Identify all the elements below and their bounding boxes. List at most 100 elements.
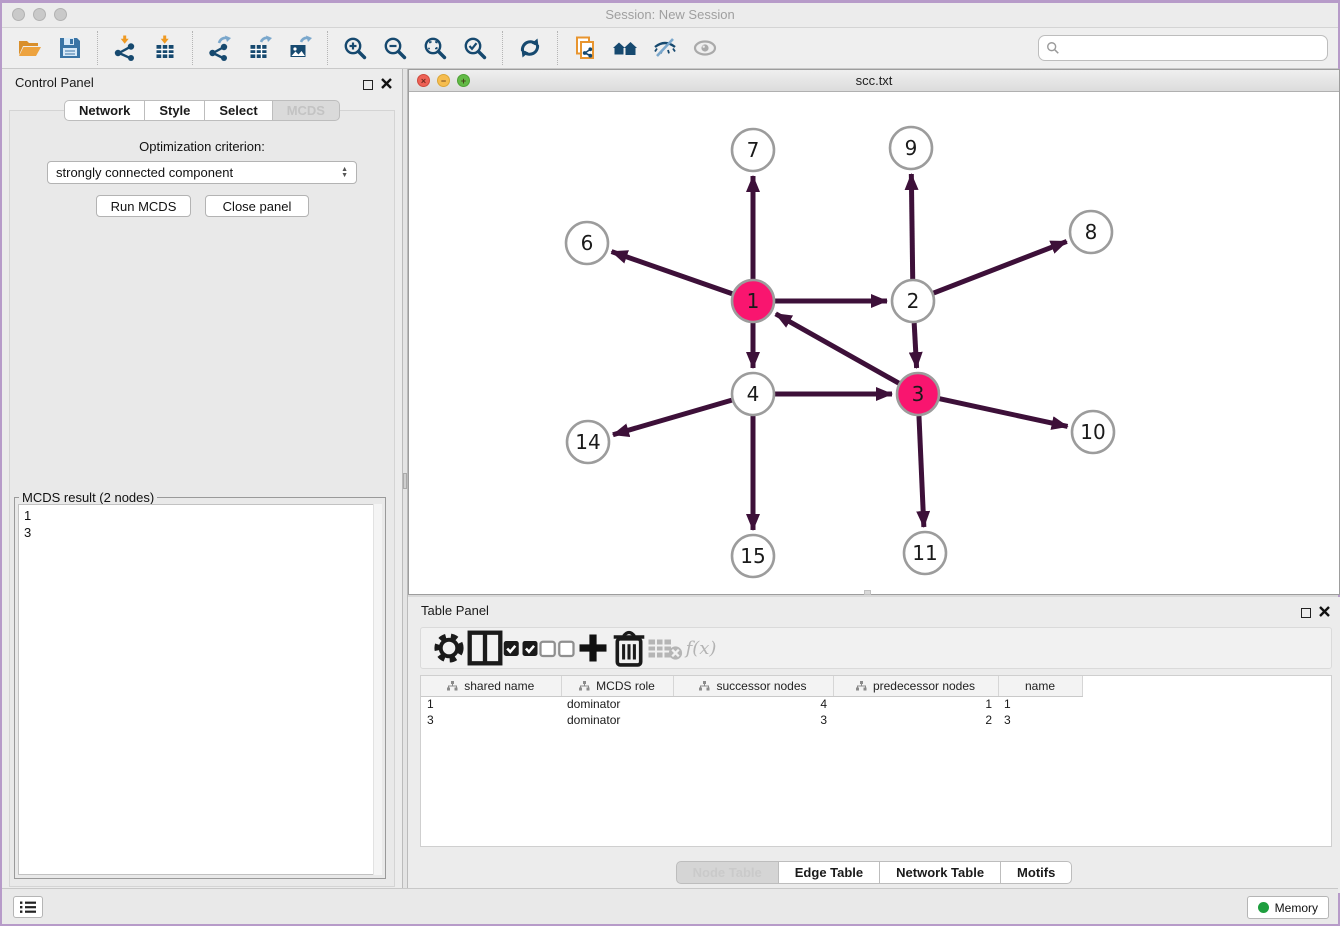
edge-3-11[interactable] — [919, 416, 924, 527]
unchecked-boxes-icon[interactable] — [539, 634, 575, 662]
criterion-dropdown[interactable]: strongly connected component ▲▼ — [47, 161, 357, 184]
node-8[interactable]: 8 — [1070, 211, 1112, 253]
tab-style[interactable]: Style — [145, 100, 205, 121]
cell-name[interactable]: 1 — [998, 696, 1082, 712]
list-icon — [19, 900, 37, 914]
column-header-shared-name[interactable]: shared name — [421, 676, 561, 696]
node-9[interactable]: 9 — [890, 127, 932, 169]
edge-3-1[interactable] — [776, 314, 899, 383]
close-panel-icon[interactable] — [381, 76, 392, 94]
zoom-in-icon[interactable] — [340, 33, 370, 63]
toolbar-separator — [192, 31, 193, 65]
main-area: Control Panel NetworkStyleSelectMCDS Opt… — [2, 69, 1338, 893]
float-panel-icon[interactable] — [1301, 608, 1311, 618]
network-window-titlebar: × − + scc.txt — [409, 70, 1339, 92]
folder-open-icon[interactable] — [15, 33, 45, 63]
node-10[interactable]: 10 — [1072, 411, 1114, 453]
column-header-predecessor-nodes[interactable]: predecessor nodes — [833, 676, 998, 696]
node-15[interactable]: 15 — [732, 535, 774, 577]
tab-select[interactable]: Select — [205, 100, 272, 121]
float-panel-icon[interactable] — [363, 80, 373, 90]
column-header-successor-nodes[interactable]: successor nodes — [673, 676, 833, 696]
cell-shared-name[interactable]: 1 — [421, 696, 561, 712]
tab-network[interactable]: Network — [64, 100, 145, 121]
table-panel-title: Table Panel — [421, 603, 489, 618]
control-panel: Control Panel NetworkStyleSelectMCDS Opt… — [2, 69, 402, 893]
edge-1-6[interactable] — [612, 252, 733, 294]
memory-status-dot — [1258, 902, 1269, 913]
close-panel-button[interactable]: Close panel — [205, 195, 309, 217]
columns-icon[interactable] — [467, 634, 503, 662]
tab-network-table[interactable]: Network Table — [880, 861, 1001, 884]
node-4[interactable]: 4 — [732, 373, 774, 415]
cell-successor-nodes[interactable]: 3 — [673, 712, 833, 728]
tab-mcds[interactable]: MCDS — [273, 100, 340, 121]
control-panel-tabs: NetworkStyleSelectMCDS — [2, 100, 402, 121]
network-export-icon[interactable] — [205, 33, 235, 63]
main-toolbar — [2, 28, 1338, 69]
network-canvas[interactable]: 7 9 6 8 1 2 4 3 14 10 15 11 — [409, 92, 1339, 594]
table-row[interactable]: 1dominator411 — [421, 696, 1082, 712]
checked-boxes-icon[interactable] — [503, 634, 539, 662]
run-mcds-button[interactable]: Run MCDS — [96, 195, 191, 217]
table-export-icon[interactable] — [245, 33, 275, 63]
node-3[interactable]: 3 — [897, 373, 939, 415]
cell-MCDS-role[interactable]: dominator — [561, 712, 673, 728]
column-header-name[interactable]: name — [998, 676, 1082, 696]
node-table: shared nameMCDS rolesuccessor nodesprede… — [420, 675, 1332, 847]
toolbar-separator — [557, 31, 558, 65]
node-7[interactable]: 7 — [732, 129, 774, 171]
node-6[interactable]: 6 — [566, 222, 608, 264]
zoom-fit-icon[interactable] — [420, 33, 450, 63]
image-export-icon[interactable] — [285, 33, 315, 63]
eye-icon[interactable] — [690, 33, 720, 63]
copy-document-icon[interactable] — [570, 33, 600, 63]
cell-predecessor-nodes[interactable]: 2 — [833, 712, 998, 728]
save-icon[interactable] — [55, 33, 85, 63]
column-type-icon — [699, 681, 710, 691]
trash-icon[interactable] — [611, 634, 647, 662]
refresh-icon[interactable] — [515, 33, 545, 63]
node-14[interactable]: 14 — [567, 421, 609, 463]
toolbar-separator — [502, 31, 503, 65]
gear-icon[interactable] — [431, 634, 467, 662]
edge-2-8[interactable] — [934, 241, 1067, 293]
edge-4-14[interactable] — [613, 400, 732, 435]
network-view-window: × − + scc.txt 7 9 6 8 1 2 4 3 14 10 15 11 — [408, 69, 1340, 595]
edge-2-3[interactable] — [914, 323, 916, 368]
window-resize-handle[interactable] — [864, 590, 871, 595]
node-label: 4 — [747, 382, 760, 406]
tab-edge-table[interactable]: Edge Table — [779, 861, 880, 884]
node-1[interactable]: 1 — [732, 280, 774, 322]
tab-motifs[interactable]: Motifs — [1001, 861, 1072, 884]
edge-3-10[interactable] — [939, 399, 1067, 427]
table-row[interactable]: 3dominator323 — [421, 712, 1082, 728]
toolbar-separator — [327, 31, 328, 65]
houses-icon[interactable] — [610, 33, 640, 63]
zoom-check-icon[interactable] — [460, 33, 490, 63]
cell-successor-nodes[interactable]: 4 — [673, 696, 833, 712]
column-type-icon — [447, 681, 458, 691]
eye-slash-icon[interactable] — [650, 33, 680, 63]
tab-node-table[interactable]: Node Table — [676, 861, 779, 884]
column-header-MCDS-role[interactable]: MCDS role — [561, 676, 673, 696]
splitter-grip[interactable] — [403, 473, 407, 489]
table-import-icon[interactable] — [150, 33, 180, 63]
node-11[interactable]: 11 — [904, 532, 946, 574]
memory-button[interactable]: Memory — [1247, 896, 1329, 919]
cell-shared-name[interactable]: 3 — [421, 712, 561, 728]
cell-MCDS-role[interactable]: dominator — [561, 696, 673, 712]
cell-name[interactable]: 3 — [998, 712, 1082, 728]
task-history-button[interactable] — [13, 896, 43, 918]
zoom-out-icon[interactable] — [380, 33, 410, 63]
node-2[interactable]: 2 — [892, 280, 934, 322]
result-scrollbar[interactable] — [373, 504, 382, 875]
search-input[interactable] — [1038, 35, 1328, 61]
plus-icon[interactable] — [575, 634, 611, 662]
close-panel-icon[interactable] — [1319, 604, 1330, 622]
node-label: 11 — [912, 541, 937, 565]
network-import-icon[interactable] — [110, 33, 140, 63]
status-bar: Memory — [2, 888, 1338, 924]
cell-predecessor-nodes[interactable]: 1 — [833, 696, 998, 712]
edge-2-9[interactable] — [911, 174, 912, 279]
